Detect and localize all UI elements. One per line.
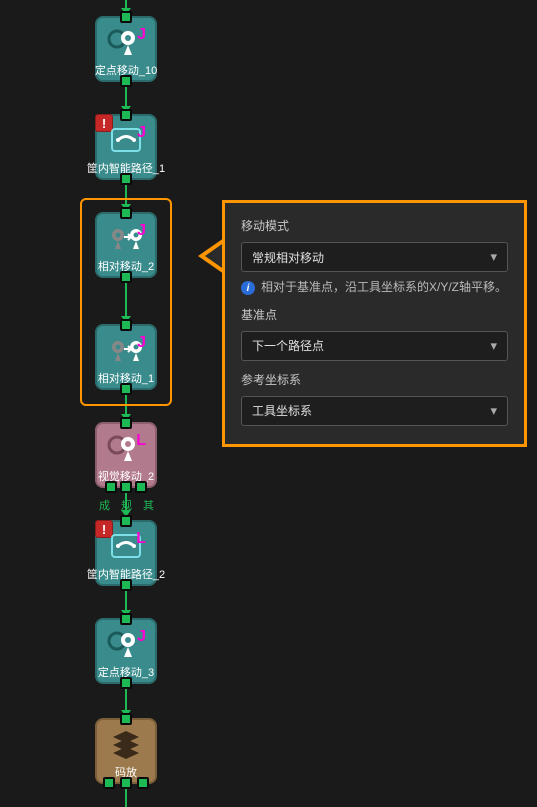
- ref-label: 参考坐标系: [241, 371, 508, 388]
- mode-select[interactable]: 常规相对移动 ▾: [241, 242, 508, 272]
- node-fixed-move-10[interactable]: J 定点移动_10: [95, 16, 157, 82]
- badge-j: J: [137, 334, 146, 352]
- ref-select[interactable]: 工具坐标系 ▾: [241, 396, 508, 426]
- info-text: 相对于基准点，沿工具坐标系的X/Y/Z轴平移。: [261, 280, 507, 296]
- node-fixed-move-3[interactable]: J 定点移动_3: [95, 618, 157, 684]
- chevron-down-icon: ▾: [490, 338, 497, 354]
- node-relative-move-1[interactable]: J 相对移动_1: [95, 324, 157, 390]
- stack-icon: [109, 727, 143, 761]
- chevron-down-icon: ▾: [490, 249, 497, 265]
- badge-j: J: [137, 222, 146, 240]
- flow-canvas[interactable]: J 定点移动_10 ! J 筐内智能路径_1: [0, 0, 537, 807]
- badge-l: L: [136, 432, 146, 450]
- badge-j: J: [137, 124, 146, 142]
- badge-l: L: [136, 530, 146, 548]
- base-value: 下一个路径点: [252, 337, 490, 354]
- branch-labels: 成 规 其: [99, 497, 154, 513]
- node-relative-move-2[interactable]: J 相对移动_2: [95, 212, 157, 278]
- mode-label: 移动模式: [241, 217, 508, 234]
- ref-value: 工具坐标系: [252, 402, 490, 419]
- node-smart-path-1[interactable]: ! J 筐内智能路径_1: [95, 114, 157, 180]
- node-smart-path-2[interactable]: ! L 筐内智能路径_2: [95, 520, 157, 586]
- badge-j: J: [137, 26, 146, 44]
- chevron-down-icon: ▾: [490, 403, 497, 419]
- info-icon: i: [241, 281, 255, 295]
- badge-j: J: [137, 628, 146, 646]
- mode-value: 常规相对移动: [252, 249, 490, 266]
- properties-panel: 移动模式 常规相对移动 ▾ i 相对于基准点，沿工具坐标系的X/Y/Z轴平移。 …: [222, 200, 527, 447]
- base-select[interactable]: 下一个路径点 ▾: [241, 331, 508, 361]
- node-visual-move-2[interactable]: L 视觉移动_2: [95, 422, 157, 488]
- node-stack[interactable]: 码放: [95, 718, 157, 784]
- base-label: 基准点: [241, 306, 508, 323]
